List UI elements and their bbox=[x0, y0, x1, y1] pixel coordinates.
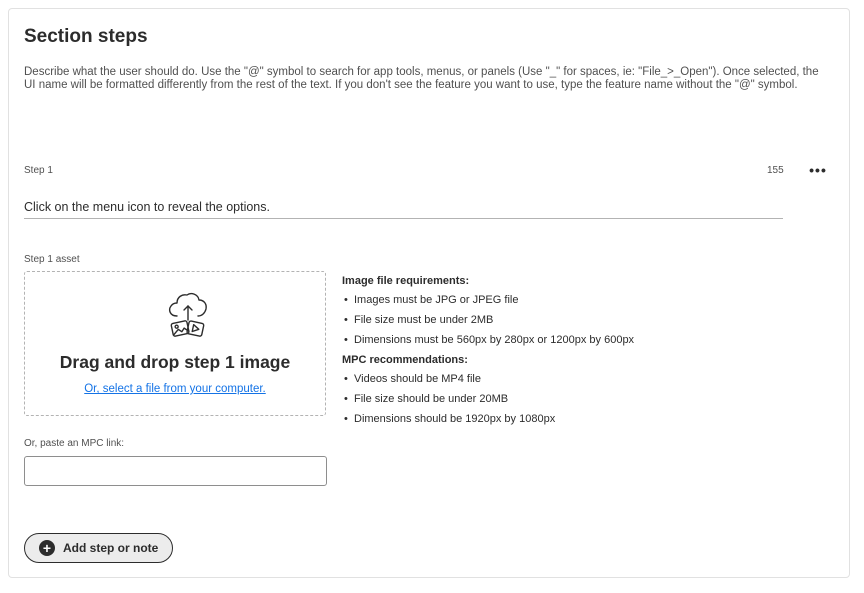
step-text-input[interactable] bbox=[24, 195, 783, 219]
bullet: • bbox=[344, 373, 348, 385]
more-options-button[interactable]: ••• bbox=[804, 159, 832, 181]
list-item: • Dimensions should be 1920px by 1080px bbox=[344, 413, 556, 425]
list-item: • Dimensions must be 560px by 280px or 12… bbox=[344, 334, 635, 346]
mpc-recommendations-heading: MPC recommendations: bbox=[342, 354, 468, 366]
image-requirements-heading: Image file requirements: bbox=[342, 275, 470, 287]
step-label: Step 1 bbox=[24, 165, 53, 176]
section-title: Section steps bbox=[24, 26, 148, 47]
bullet: • bbox=[344, 334, 348, 346]
section-description: Describe what the user should do. Use th… bbox=[24, 66, 819, 91]
mpc-link-input[interactable] bbox=[24, 456, 327, 486]
bullet: • bbox=[344, 393, 348, 405]
add-step-button[interactable]: + Add step or note bbox=[24, 533, 173, 563]
mpc-link-label: Or, paste an MPC link: bbox=[24, 438, 125, 449]
plus-circle-icon: + bbox=[39, 540, 55, 556]
mpc-recommendations-list: • Videos should be MP4 file • File size sh… bbox=[342, 372, 762, 426]
cloud-upload-media-icon bbox=[168, 292, 207, 337]
select-file-link[interactable]: Or, select a file from your computer. bbox=[25, 383, 325, 395]
requirements-panel: Image file requirements: • Images must be… bbox=[342, 274, 762, 432]
add-step-label: Add step or note bbox=[63, 541, 159, 555]
list-item: • Images must be JPG or JPEG file bbox=[344, 294, 519, 306]
list-item: • File size should be under 20MB bbox=[344, 393, 509, 405]
image-dropzone[interactable]: Drag and drop step 1 image Or, select a … bbox=[24, 271, 326, 416]
dropzone-title: Drag and drop step 1 image bbox=[59, 352, 291, 372]
list-item: • File size must be under 2MB bbox=[344, 314, 494, 326]
bullet: • bbox=[344, 413, 348, 425]
image-requirements-list: • Images must be JPG or JPEG file • File s… bbox=[342, 293, 762, 347]
character-count: 155 bbox=[767, 165, 784, 176]
bullet: • bbox=[344, 314, 348, 326]
step-asset-label: Step 1 asset bbox=[24, 254, 80, 265]
list-item: • Videos should be MP4 file bbox=[344, 373, 481, 385]
bullet: • bbox=[344, 294, 348, 306]
ellipsis-icon: ••• bbox=[809, 162, 827, 178]
